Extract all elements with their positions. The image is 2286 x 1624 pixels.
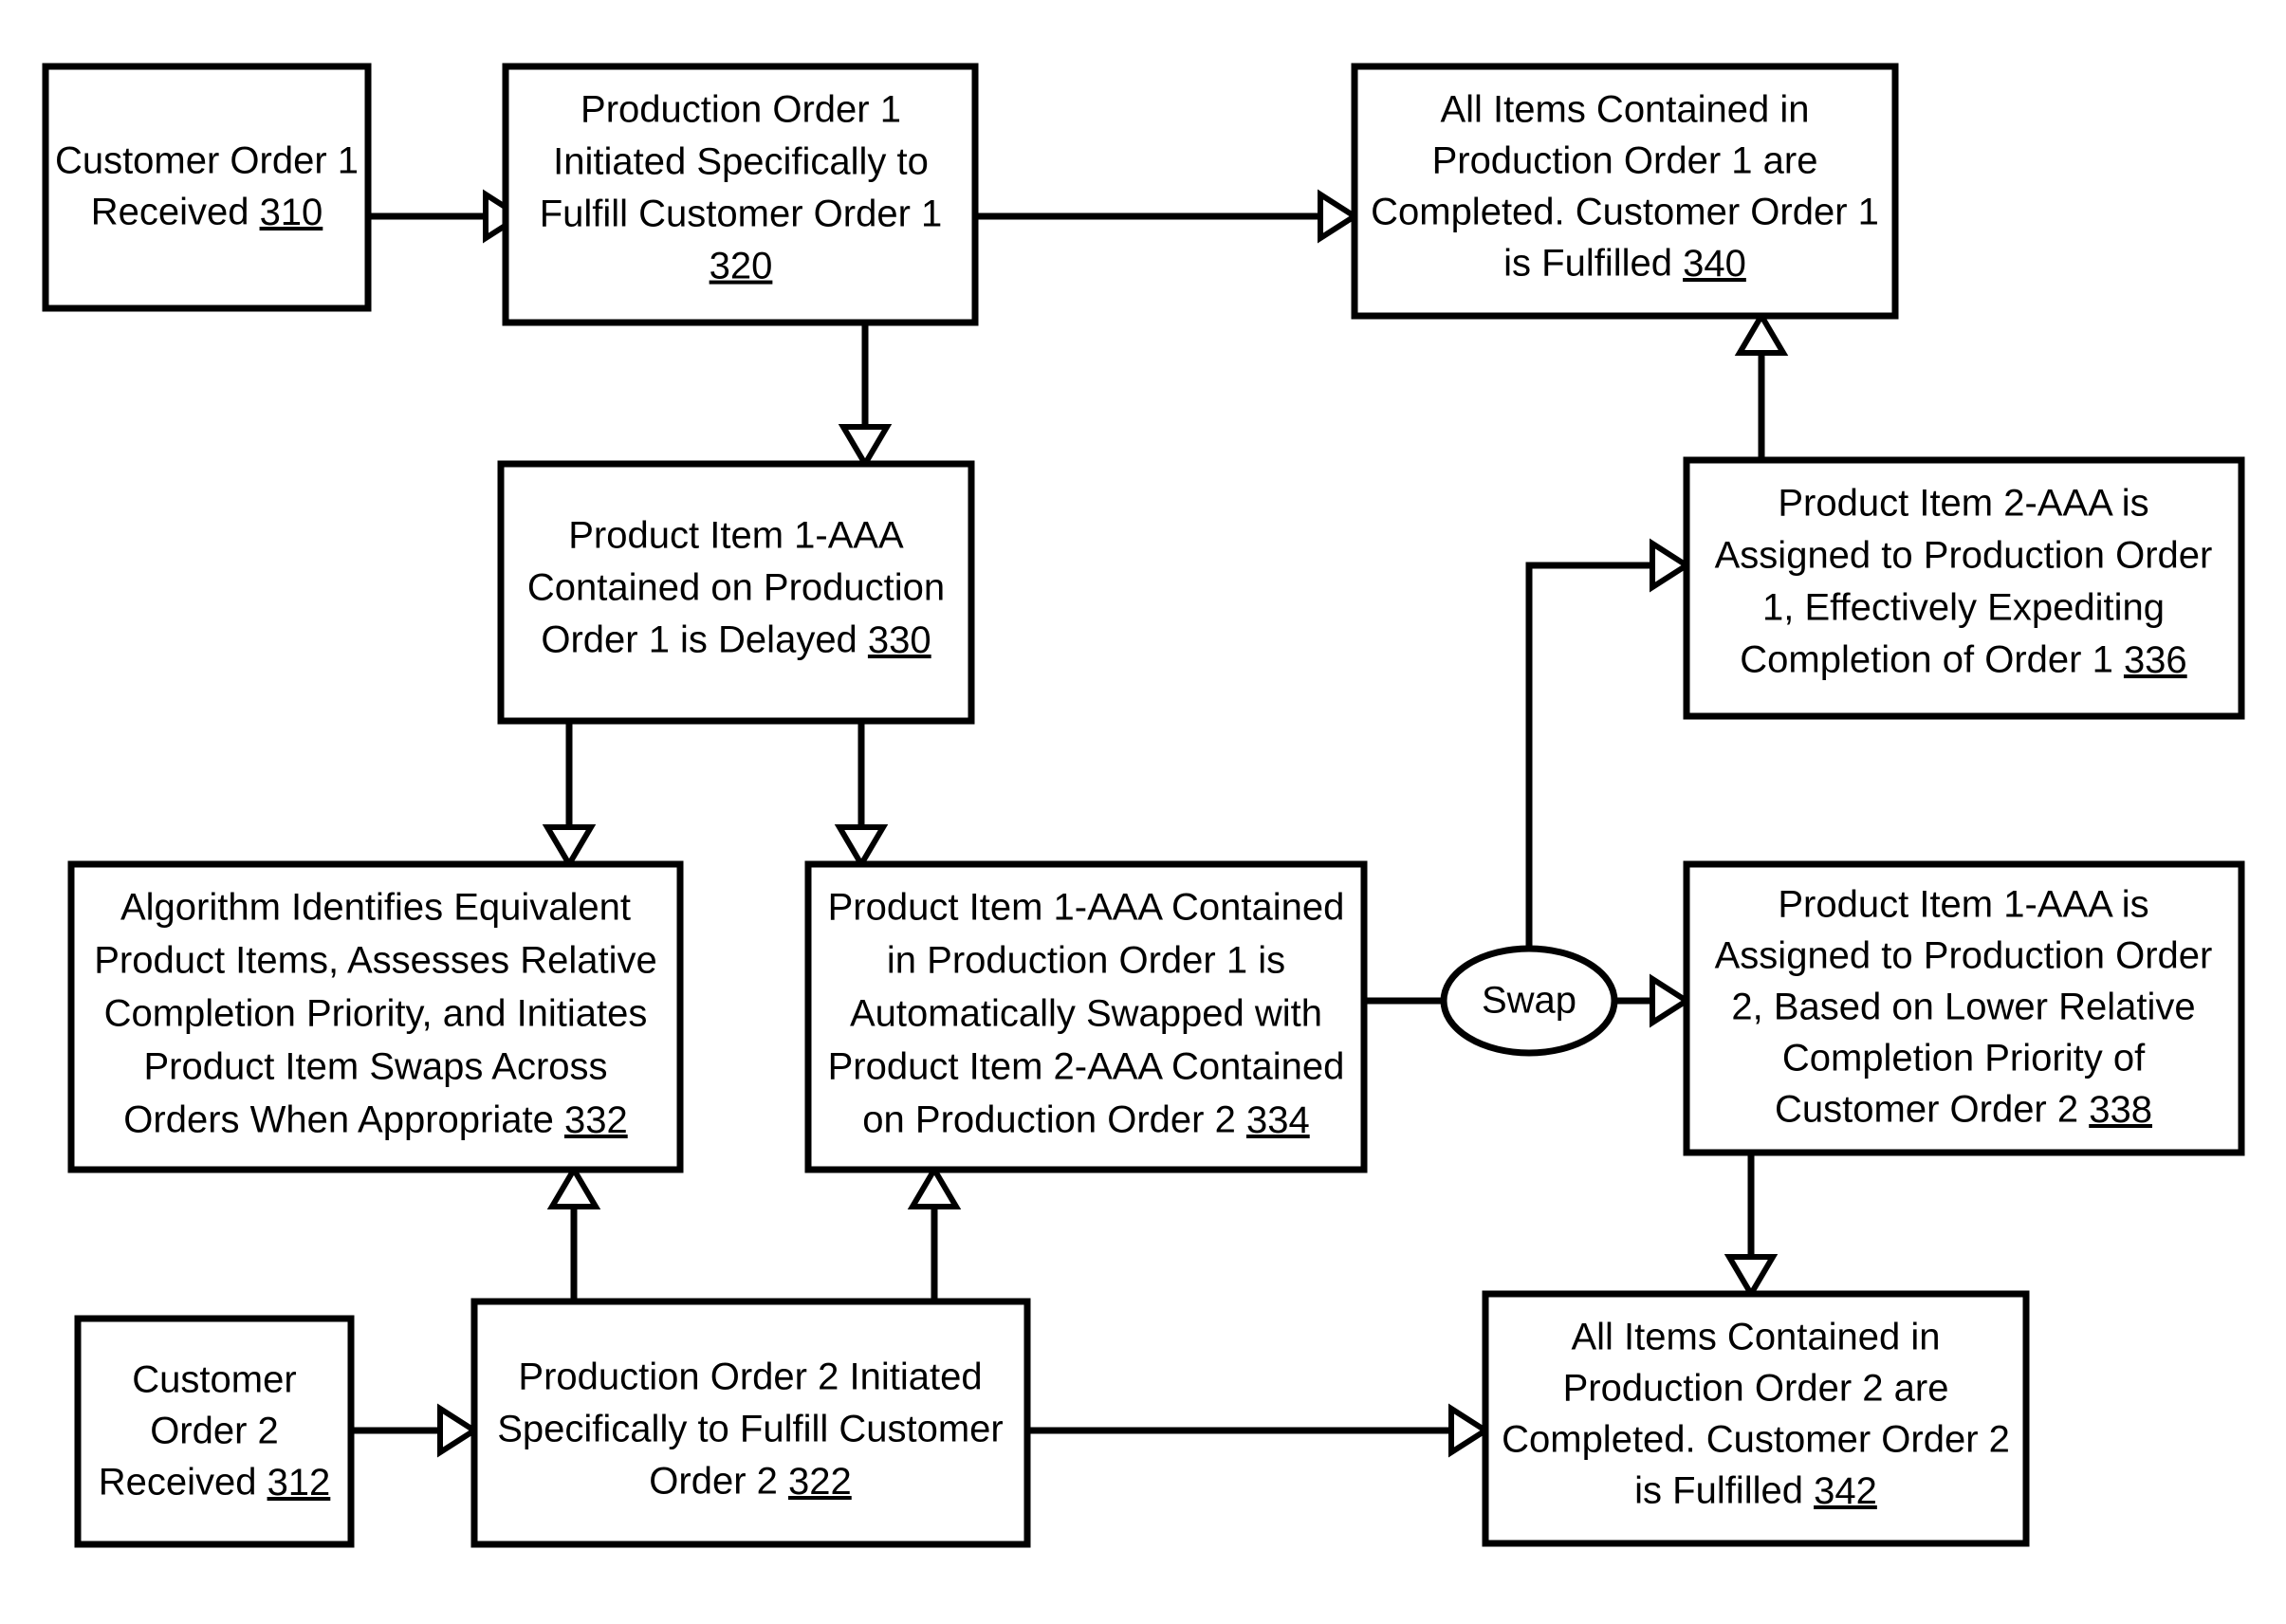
node-338-line-3: 2, Based on Lower Relative [1731, 987, 2195, 1028]
edge-336-to-340 [1734, 310, 1789, 460]
node-336-line-3: 1, Effectively Expediting [1762, 587, 2165, 629]
node-332-line-1: Algorithm Identifies Equivalent [120, 887, 631, 929]
node-340-line-2: Production Order 1 are [1432, 140, 1818, 182]
node-338-line-1: Product Item 1-AAA is [1778, 884, 2148, 926]
node-334-item-swapped[interactable]: Product Item 1-AAA Contained in Producti… [804, 860, 1368, 1173]
node-330-line-2: Contained on Production [527, 567, 945, 609]
node-332-line-5: Orders When Appropriate 332 [123, 1099, 627, 1141]
edge-322-to-342 [1027, 1403, 1491, 1458]
node-swap-label: Swap [1482, 980, 1576, 1022]
node-320-line-1: Production Order 1 [581, 89, 901, 131]
node-340-line-4: is Fulfilled 340 [1503, 243, 1746, 285]
node-312-customer-order-2-received[interactable]: Customer Order 2 Received 312 [74, 1315, 355, 1548]
node-310-line-1: Customer Order 1 [55, 140, 359, 182]
node-320-ref: 320 [710, 246, 773, 287]
node-312-line-1: Customer [132, 1359, 296, 1401]
node-336-line-4: Completion of Order 1 336 [1740, 639, 2186, 681]
node-342-order-2-fulfilled[interactable]: All Items Contained in Production Order … [1482, 1290, 2030, 1547]
node-330-item-delayed[interactable]: Product Item 1-AAA Contained on Producti… [497, 460, 975, 725]
node-310-line-2: Received 310 [91, 192, 323, 233]
node-334-line-5: on Production Order 2 334 [862, 1099, 1309, 1141]
node-332-line-2: Product Items, Assesses Relative [94, 940, 657, 982]
node-322-line-1: Production Order 2 Initiated [518, 1356, 982, 1398]
node-330-line-1: Product Item 1-AAA [568, 515, 904, 557]
edge-330-to-334 [834, 721, 889, 870]
node-312-line-3: Received 312 [99, 1462, 331, 1504]
node-342-line-4: is Fulfilled 342 [1634, 1470, 1877, 1512]
node-342-line-1: All Items Contained in [1571, 1317, 1940, 1358]
node-338-line-4: Completion Priority of [1782, 1038, 2146, 1080]
node-336-item-2aaa-assigned-order-1[interactable]: Product Item 2-AAA is Assigned to Produc… [1683, 456, 2245, 720]
node-340-line-1: All Items Contained in [1440, 89, 1809, 131]
node-320-line-3: Fulfill Customer Order 1 [540, 194, 943, 235]
edge-330-to-332 [542, 721, 597, 870]
edge-312-to-322 [351, 1403, 480, 1458]
edge-338-to-342 [1724, 1153, 1779, 1300]
edge-322-to-332 [546, 1164, 601, 1319]
flowchart-diagram: Customer Order 1 Received 310 Production… [0, 0, 2286, 1624]
node-334-line-1: Product Item 1-AAA Contained [828, 887, 1345, 929]
node-332-line-3: Completion Priority, and Initiates [104, 993, 648, 1035]
node-342-line-2: Production Order 2 are [1563, 1368, 1949, 1410]
node-332-line-4: Product Item Swaps Across [143, 1046, 607, 1088]
flowchart-canvas: Customer Order 1 Received 310 Production… [42, 63, 2245, 1548]
node-322-line-3: Order 2 322 [649, 1461, 851, 1503]
node-334-line-4: Product Item 2-AAA Contained [828, 1046, 1345, 1088]
node-322-production-order-2-initiated[interactable]: Production Order 2 Initiated Specificall… [470, 1298, 1031, 1548]
node-336-line-1: Product Item 2-AAA is [1778, 483, 2148, 525]
edge-320-to-330 [838, 323, 893, 470]
node-338-item-1aaa-assigned-order-2[interactable]: Product Item 1-AAA is Assigned to Produc… [1683, 860, 2245, 1156]
edge-320-to-340 [975, 189, 1360, 244]
node-320-line-2: Initiated Specifically to [553, 141, 929, 183]
node-320-production-order-1-initiated[interactable]: Production Order 1 Initiated Specificall… [502, 63, 979, 326]
edge-322-to-334 [907, 1164, 962, 1319]
node-330-line-3: Order 1 is Delayed 330 [541, 619, 931, 661]
edge-310-to-320 [368, 189, 525, 244]
node-334-line-3: Automatically Swapped with [850, 993, 1322, 1035]
node-338-line-5: Customer Order 2 338 [1775, 1089, 2152, 1131]
node-swap-decision[interactable]: Swap [1440, 945, 1618, 1057]
node-340-line-3: Completed. Customer Order 1 [1371, 192, 1879, 233]
node-336-line-2: Assigned to Production Order [1715, 535, 2213, 577]
node-310-customer-order-1-received[interactable]: Customer Order 1 Received 310 [42, 63, 372, 312]
node-340-order-1-fulfilled[interactable]: All Items Contained in Production Order … [1351, 63, 1899, 320]
node-322-line-2: Specifically to Fulfill Customer [497, 1409, 1004, 1450]
node-334-line-2: in Production Order 1 is [887, 940, 1285, 982]
node-332-algorithm-identifies[interactable]: Algorithm Identifies Equivalent Product … [67, 860, 684, 1173]
node-338-line-2: Assigned to Production Order [1715, 935, 2213, 977]
node-312-line-2: Order 2 [150, 1411, 279, 1452]
node-342-line-3: Completed. Customer Order 2 [1502, 1419, 2010, 1461]
edge-swap-to-336 [1525, 538, 1692, 949]
